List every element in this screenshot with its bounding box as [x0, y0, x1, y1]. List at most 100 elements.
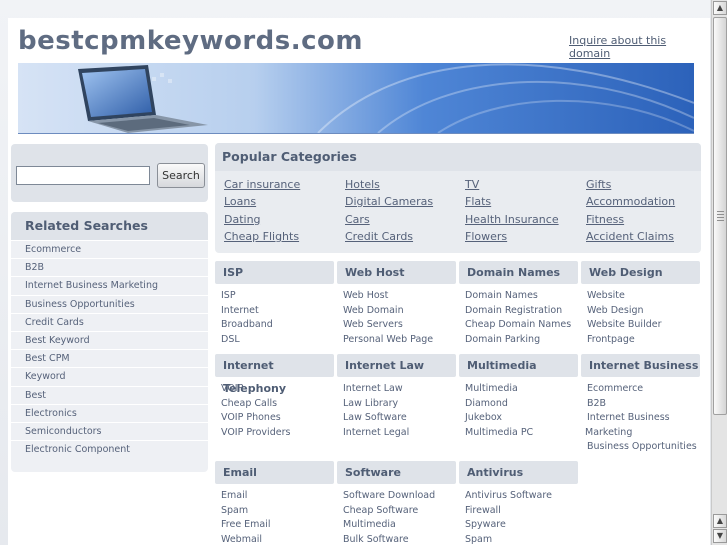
popular-link[interactable]: TV — [465, 178, 479, 191]
category-internet-telephony: Internet Telephony VOIP Cheap Calls VOIP… — [215, 354, 334, 440]
category-link[interactable]: Multimedia — [459, 382, 578, 397]
category-link[interactable]: Ecommerce — [581, 382, 700, 397]
category-link[interactable]: Internet — [215, 304, 334, 319]
category-link[interactable]: Marketing — [581, 426, 700, 441]
category-title: Internet Law — [337, 354, 456, 377]
category-link[interactable]: B2B — [581, 397, 700, 412]
category-link[interactable]: Jukebox — [459, 411, 578, 426]
category-title: Multimedia — [459, 354, 578, 377]
category-isp: ISP ISP Internet Broadband DSL — [215, 261, 334, 347]
category-link[interactable]: Diamond — [459, 397, 578, 412]
category-link[interactable]: Domain Parking — [459, 333, 578, 348]
popular-link[interactable]: Gifts — [586, 178, 611, 191]
popular-link[interactable]: Digital Cameras — [345, 195, 433, 208]
related-search-link[interactable]: Business Opportunities — [11, 294, 208, 313]
popular-link[interactable]: Fitness — [586, 213, 624, 226]
category-link[interactable]: Multimedia — [337, 518, 456, 533]
category-link[interactable]: VOIP Phones — [215, 411, 334, 426]
grip-line — [717, 220, 724, 221]
category-web-host: Web Host Web Host Web Domain Web Servers… — [337, 261, 456, 347]
category-link[interactable]: Web Design — [581, 304, 700, 319]
related-search-link[interactable]: Credit Cards — [11, 312, 208, 331]
category-link[interactable]: Free Email — [215, 518, 334, 533]
category-link[interactable]: Website Builder — [581, 318, 700, 333]
related-search-link[interactable]: Electronic Component — [11, 440, 208, 458]
search-button[interactable]: Search — [157, 163, 205, 188]
popular-link[interactable]: Accommodation — [586, 195, 675, 208]
vertical-scrollbar[interactable]: ▲ ▲ ▼ — [711, 0, 727, 545]
category-link[interactable]: Multimedia PC — [459, 426, 578, 441]
popular-link[interactable]: Flowers — [465, 230, 507, 243]
related-search-link[interactable]: Electronics — [11, 403, 208, 422]
category-link[interactable]: Spam — [215, 504, 334, 519]
category-title: ISP — [215, 261, 334, 284]
site-title: bestcpmkeywords.com — [18, 26, 363, 56]
popular-link[interactable]: Hotels — [345, 178, 380, 191]
related-search-link[interactable]: Ecommerce — [11, 240, 208, 258]
popular-link[interactable]: Credit Cards — [345, 230, 413, 243]
scroll-down-arrow-icon[interactable]: ▼ — [713, 529, 727, 543]
category-link[interactable]: Cheap Domain Names — [459, 318, 578, 333]
popular-link[interactable]: Flats — [465, 195, 491, 208]
category-link[interactable]: Software Download — [337, 489, 456, 504]
related-search-link[interactable]: Best CPM — [11, 349, 208, 367]
category-internet-law: Internet Law Internet Law Law Library La… — [337, 354, 456, 440]
popular-link[interactable]: Health Insurance — [465, 213, 559, 226]
category-antivirus: Antivirus Antivirus Software Firewall Sp… — [459, 461, 578, 545]
category-link[interactable]: Business Opportunities — [581, 440, 700, 455]
popular-link[interactable]: Cars — [345, 213, 370, 226]
category-link[interactable]: Internet Law — [337, 382, 456, 397]
scroll-down-arrow-icon[interactable]: ▲ — [713, 514, 727, 528]
popular-link[interactable]: Car insurance — [224, 178, 300, 191]
category-link[interactable]: Web Domain — [337, 304, 456, 319]
category-link[interactable]: Spam — [459, 533, 578, 545]
category-link[interactable]: Bulk Software — [337, 533, 456, 545]
category-link[interactable]: Website — [581, 289, 700, 304]
header-banner — [18, 63, 694, 134]
category-link[interactable]: Frontpage — [581, 333, 700, 348]
category-domain-names: Domain Names Domain Names Domain Registr… — [459, 261, 578, 347]
category-link[interactable]: Domain Registration — [459, 304, 578, 319]
scrollbar-thumb[interactable] — [713, 17, 727, 415]
popular-link[interactable]: Cheap Flights — [224, 230, 299, 243]
category-link[interactable]: Firewall — [459, 504, 578, 519]
category-link[interactable]: ISP — [215, 289, 334, 304]
category-email: Email Email Spam Free Email Webmail — [215, 461, 334, 545]
related-search-link[interactable]: Best — [11, 385, 208, 404]
search-input[interactable] — [16, 166, 150, 185]
category-link[interactable]: Internet Legal — [337, 426, 456, 441]
category-link[interactable]: Internet Business — [581, 411, 700, 426]
category-title: Web Host — [337, 261, 456, 284]
search-panel: Search — [11, 144, 208, 202]
grip-line — [717, 214, 724, 215]
category-link[interactable]: Cheap Software — [337, 504, 456, 519]
related-search-link[interactable]: Best Keyword — [11, 330, 208, 349]
related-searches-title: Related Searches — [11, 212, 208, 240]
category-link[interactable]: Spyware — [459, 518, 578, 533]
related-search-link[interactable]: Semiconductors — [11, 421, 208, 440]
category-link[interactable]: Antivirus Software — [459, 489, 578, 504]
category-link[interactable]: Web Host — [337, 289, 456, 304]
category-link[interactable]: Law Software — [337, 411, 456, 426]
category-link[interactable]: VOIP Providers — [215, 426, 334, 441]
category-link[interactable]: Broadband — [215, 318, 334, 333]
category-title: Antivirus — [459, 461, 578, 484]
category-link[interactable]: Web Servers — [337, 318, 456, 333]
category-title: Email — [215, 461, 334, 484]
related-search-link[interactable]: Keyword — [11, 367, 208, 385]
category-link[interactable]: Personal Web Page — [337, 333, 456, 348]
popular-link[interactable]: Dating — [224, 213, 261, 226]
category-link[interactable]: Cheap Calls — [215, 397, 334, 412]
category-link[interactable]: Webmail — [215, 533, 334, 545]
related-search-link[interactable]: Internet Business Marketing — [11, 276, 208, 294]
category-link[interactable]: Domain Names — [459, 289, 578, 304]
popular-link[interactable]: Accident Claims — [586, 230, 674, 243]
popular-categories-title: Popular Categories — [215, 143, 701, 171]
inquire-domain-link[interactable]: Inquire about this domain — [569, 34, 710, 60]
popular-link[interactable]: Loans — [224, 195, 256, 208]
category-link[interactable]: Email — [215, 489, 334, 504]
category-link[interactable]: Law Library — [337, 397, 456, 412]
related-search-link[interactable]: B2B — [11, 258, 208, 276]
scroll-up-arrow-icon[interactable]: ▲ — [713, 1, 727, 15]
category-link[interactable]: DSL — [215, 333, 334, 348]
